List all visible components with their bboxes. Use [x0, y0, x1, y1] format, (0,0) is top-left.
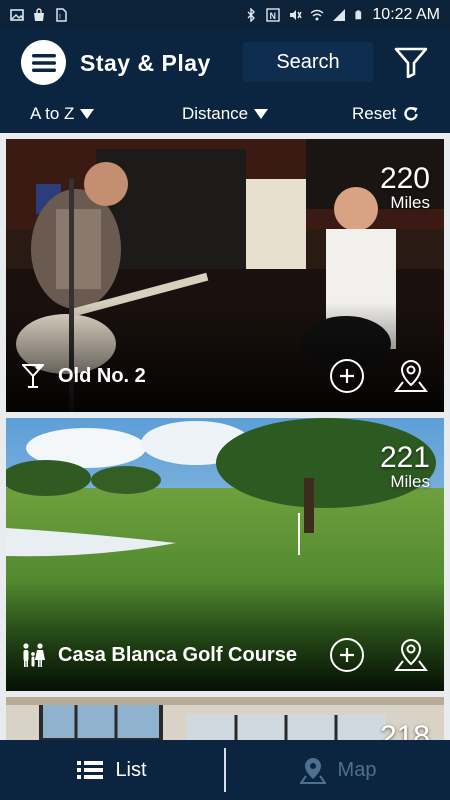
listing-card[interactable]: 220 Miles Old No. 2 — [6, 139, 444, 412]
distance-badge: 218 — [379, 720, 430, 741]
bag-icon — [34, 8, 44, 21]
svg-text:N: N — [270, 11, 277, 21]
sort-alpha-label: A to Z — [30, 104, 75, 123]
bottom-nav: List Map — [0, 740, 450, 800]
list-icon — [77, 761, 104, 779]
sim-icon: ! — [56, 8, 67, 22]
status-bar: ! N 10:22 AM — [0, 0, 450, 30]
reset-button[interactable]: Reset — [352, 104, 420, 124]
sort-distance-dropdown[interactable]: Distance — [182, 104, 269, 124]
search-button[interactable]: Search — [243, 42, 373, 82]
chevron-down-icon — [80, 109, 95, 119]
distance-badge: 221 Miles — [379, 441, 430, 492]
tab-map-label: Map — [337, 758, 377, 781]
distance-value: 220 — [379, 162, 430, 195]
page-title: Stay & Play — [80, 50, 211, 76]
listing-card[interactable]: 221 Miles Casa Blanca Golf Course — [6, 418, 444, 691]
menu-icon — [31, 53, 56, 72]
distance-value: 221 — [379, 441, 430, 474]
card-footer: Old No. 2 — [20, 358, 428, 394]
mute-icon — [290, 10, 303, 20]
refresh-icon — [404, 107, 419, 121]
status-right-icons: N 10:22 AM — [244, 6, 440, 24]
nfc-icon: N — [266, 8, 281, 22]
map-pin-icon — [394, 638, 428, 671]
distance-value: 218 — [379, 720, 430, 741]
battery-icon — [355, 10, 362, 20]
listing-card[interactable]: 218 — [6, 697, 444, 740]
card-footer: Casa Blanca Golf Course — [20, 637, 428, 673]
card-photo — [6, 697, 444, 740]
map-pin-icon — [299, 758, 326, 784]
sort-bar: A to Z Distance Reset — [0, 95, 450, 133]
signal-icon — [333, 9, 346, 21]
card-title: Old No. 2 — [58, 364, 146, 387]
sort-distance-label: Distance — [182, 104, 249, 123]
filter-button[interactable] — [390, 43, 432, 81]
card-title: Casa Blanca Golf Course — [58, 643, 297, 666]
reset-label: Reset — [352, 104, 397, 123]
location-button[interactable] — [394, 637, 428, 673]
filter-icon — [394, 47, 428, 78]
status-left-icons: ! — [10, 8, 68, 22]
wifi-icon — [310, 9, 324, 21]
plus-icon — [340, 648, 354, 662]
chevron-down-icon — [254, 109, 269, 119]
app-header: Stay & Play Search — [0, 30, 450, 95]
distance-unit: Miles — [390, 193, 430, 212]
tab-map[interactable]: Map — [226, 740, 450, 800]
distance-badge: 220 Miles — [379, 162, 430, 213]
menu-button[interactable] — [21, 40, 66, 85]
plus-icon — [340, 369, 354, 383]
cocktail-icon — [20, 362, 46, 390]
add-button[interactable] — [330, 359, 364, 393]
location-button[interactable] — [394, 358, 428, 394]
tab-list[interactable]: List — [0, 740, 224, 800]
status-time: 10:22 AM — [372, 6, 440, 23]
tab-list-label: List — [115, 758, 147, 781]
gallery-icon — [10, 9, 24, 21]
map-pin-icon — [394, 359, 428, 392]
bluetooth-icon — [247, 8, 256, 22]
family-icon — [20, 641, 46, 669]
svg-text:!: ! — [59, 14, 61, 21]
add-button[interactable] — [330, 638, 364, 672]
distance-unit: Miles — [390, 472, 430, 491]
sort-alpha-dropdown[interactable]: A to Z — [30, 104, 95, 124]
